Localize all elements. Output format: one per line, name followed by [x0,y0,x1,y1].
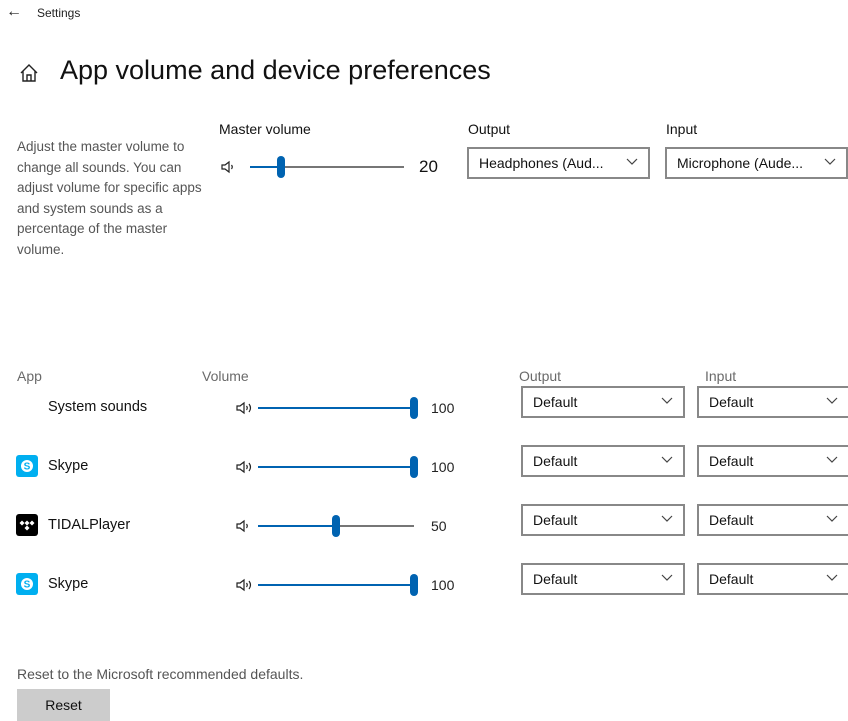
app-input-value: Default [709,394,754,410]
master-volume-value: 20 [419,157,438,176]
app-input-dropdown[interactable]: Default [697,386,848,418]
svg-text:S: S [24,462,31,473]
column-header-volume: Volume [202,368,249,384]
slider-thumb[interactable] [332,515,340,537]
app-name: TIDALPlayer [48,517,131,533]
tidal-icon [16,514,38,536]
column-header-output: Output [519,368,562,384]
app-volume-value: 100 [431,400,455,416]
app-input-dropdown[interactable]: Default [697,445,848,477]
app-output-value: Default [533,512,578,528]
app-volume-value: 50 [431,518,447,534]
slider-thumb[interactable] [410,456,418,478]
chevron-down-icon [661,574,673,581]
master-volume-label: Master volume [219,121,311,137]
reset-description: Reset to the Microsoft recommended defau… [17,666,304,682]
back-arrow-icon[interactable]: ← [6,2,22,22]
app-name: Skype [48,576,89,592]
skype-icon: S [16,573,38,595]
chevron-down-icon [661,456,673,463]
app-name: Skype [48,458,89,474]
master-output-value: Headphones (Aud... [479,155,604,171]
slider-fill [258,584,414,586]
skype-icon: S [16,455,38,477]
chevron-down-icon [824,158,836,165]
svg-text:S: S [24,580,31,591]
master-input-value: Microphone (Aude... [677,155,804,171]
app-output-dropdown[interactable]: Default [521,563,685,595]
chevron-down-icon [826,397,838,404]
app-input-value: Default [709,512,754,528]
app-name: System sounds [48,399,148,415]
master-input-label: Input [666,121,698,137]
app-output-value: Default [533,571,578,587]
slider-thumb[interactable] [276,156,285,178]
app-input-dropdown[interactable]: Default [697,563,848,595]
reset-button[interactable]: Reset [17,689,110,721]
page-description: Adjust the master volume to change all s… [17,139,202,257]
chevron-down-icon [826,456,838,463]
app-input-value: Default [709,571,754,587]
app-output-value: Default [533,453,578,469]
master-output-label: Output [468,121,511,137]
speaker-icon[interactable] [236,460,256,474]
app-volume-value: 100 [431,459,455,475]
chevron-down-icon [661,397,673,404]
master-input-dropdown[interactable]: Microphone (Aude... [665,147,848,179]
master-volume-slider[interactable] [250,156,404,178]
app-volume-slider[interactable] [258,397,418,419]
speaker-icon[interactable] [236,519,256,533]
slider-thumb[interactable] [410,574,418,596]
page-title: App volume and device preferences [60,55,491,85]
app-output-dropdown[interactable]: Default [521,386,685,418]
speaker-icon[interactable] [236,401,256,415]
chevron-down-icon [826,574,838,581]
chevron-down-icon [661,515,673,522]
app-volume-slider[interactable] [258,456,418,478]
app-volume-slider[interactable] [258,574,418,596]
app-output-dropdown[interactable]: Default [521,445,685,477]
window-title: Settings [37,6,81,20]
app-output-value: Default [533,394,578,410]
app-volume-value: 100 [431,577,455,593]
app-volume-slider[interactable] [258,515,414,537]
slider-thumb[interactable] [410,397,418,419]
app-input-value: Default [709,453,754,469]
app-output-dropdown[interactable]: Default [521,504,685,536]
slider-fill [258,466,414,468]
app-input-dropdown[interactable]: Default [697,504,848,536]
chevron-down-icon [826,515,838,522]
column-header-input: Input [705,368,737,384]
slider-fill [258,407,414,409]
slider-fill [258,525,336,527]
speaker-icon[interactable] [236,578,256,592]
speaker-icon[interactable] [221,160,237,174]
chevron-down-icon [626,158,638,165]
home-icon [20,64,38,82]
master-output-dropdown[interactable]: Headphones (Aud... [467,147,650,179]
column-header-app: App [17,368,42,384]
